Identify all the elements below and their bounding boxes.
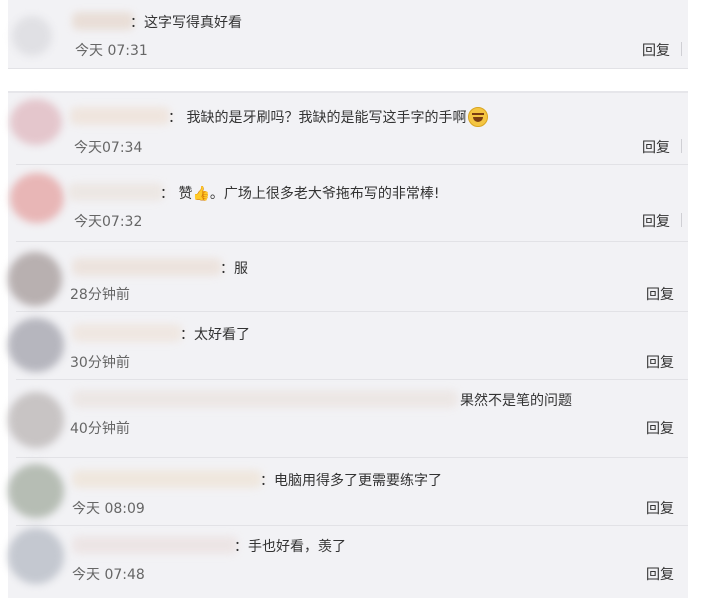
comment-time: 30分钟前 [70,355,130,371]
avatar[interactable] [8,392,64,448]
reply-button[interactable]: 回复 [646,498,674,518]
username-blurred[interactable] [72,324,182,342]
comment-text: ：手也好看，羡了 [234,539,346,555]
username-blurred[interactable] [68,183,164,201]
thumbs-up-icon: 👍 [192,186,210,202]
comment-item: 果然不是笔的问题 40分钟前 回复 [8,380,688,458]
comment-text-content: ： 我缺的是牙刷吗？我缺的是能写这手字的手啊 [168,110,467,126]
comment-time: 今天07:32 [74,214,143,230]
avatar[interactable] [10,173,64,223]
avatar[interactable] [8,464,64,518]
comment-time: 今天 07:48 [72,567,145,583]
comment-item: ： 赞👍。广场上很多老大爷拖布写的非常棒! 今天07:32 回复 [8,165,688,242]
comment-item: ：这字写得真好看 今天 07:31 回复 [8,0,688,68]
username-blurred[interactable] [72,12,134,30]
comment-item: ：服 28分钟前 回复 [8,242,688,312]
comment-time: 今天07:34 [74,140,143,156]
reply-button[interactable]: 回复 [646,352,674,372]
divider [681,42,682,56]
comment-text: ： 我缺的是牙刷吗？我缺的是能写这手字的手啊 [168,107,489,127]
comment-card-list: ： 我缺的是牙刷吗？我缺的是能写这手字的手啊 今天07:34 回复 ： 赞👍。广… [8,91,688,598]
divider [681,139,682,153]
comment-item: ： 我缺的是牙刷吗？我缺的是能写这手字的手啊 今天07:34 回复 [8,93,688,165]
username-blurred[interactable] [72,470,262,488]
comment-text: ：太好看了 [180,327,250,343]
comment-item: ：电脑用得多了更需要练字了 今天 08:09 回复 [8,458,688,526]
comment-time: 40分钟前 [70,421,130,437]
comment-item: ：太好看了 30分钟前 回复 [8,312,688,380]
comment-text-tail: 。广场上很多老大爷拖布写的非常棒! [209,186,440,202]
divider [681,213,682,227]
avatar[interactable] [8,318,64,372]
comment-text: 果然不是笔的问题 [460,393,572,409]
avatar[interactable] [10,99,62,145]
comment-card-top: ：这字写得真好看 今天 07:31 回复 [8,0,688,69]
comment-text: ： 赞👍。广场上很多老大爷拖布写的非常棒! [160,183,440,203]
username-blurred[interactable] [72,258,222,276]
username-blurred[interactable] [72,536,238,554]
reply-button[interactable]: 回复 [642,137,670,157]
laughing-emoji-icon [468,107,489,127]
comment-time: 今天 08:09 [72,501,145,517]
comment-text: ：这字写得真好看 [130,15,242,31]
comment-text-content: ： 赞 [160,186,193,202]
reply-button[interactable]: 回复 [642,211,670,231]
comment-text: ：电脑用得多了更需要练字了 [260,473,442,489]
reply-button[interactable]: 回复 [642,40,670,60]
comment-text: ：服 [220,261,248,277]
avatar[interactable] [12,16,52,56]
comment-item: ：手也好看，羡了 今天 07:48 回复 [8,526,688,598]
reply-button[interactable]: 回复 [646,418,674,438]
comment-time: 今天 07:31 [75,43,148,59]
username-blurred[interactable] [72,390,458,408]
reply-button[interactable]: 回复 [646,284,674,304]
avatar[interactable] [8,252,62,306]
avatar[interactable] [8,528,64,584]
username-blurred[interactable] [70,107,170,125]
comment-time: 28分钟前 [70,287,130,303]
reply-button[interactable]: 回复 [646,564,674,584]
